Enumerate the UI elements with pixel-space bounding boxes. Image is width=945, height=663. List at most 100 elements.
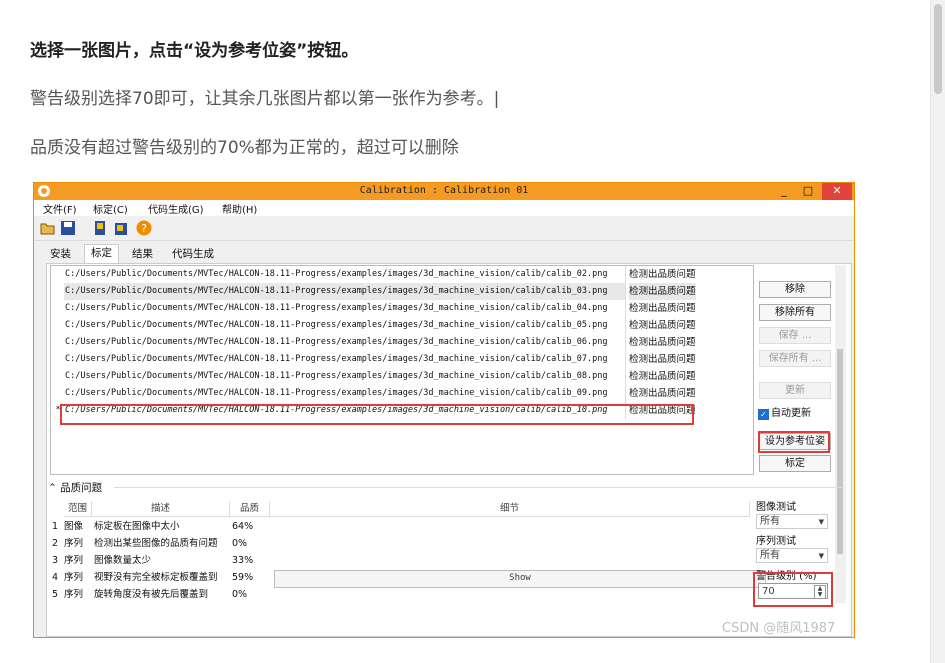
instruction-paragraph-2: 警告级别选择70即可，让其余几张图片都以第一张作为参考。| (30, 89, 500, 109)
window-titlebar: Calibration : Calibration 01 _ □ ✕ (34, 183, 854, 200)
maximize-button[interactable]: □ (796, 183, 820, 200)
minimize-button[interactable]: _ (772, 183, 796, 200)
file-status: 检测出品质问题 (629, 337, 696, 348)
chevron-down-icon: ▼ (818, 518, 824, 526)
image-list[interactable]: C:/Users/Public/Documents/MVTec/HALCON-1… (50, 265, 754, 475)
panel-scrollbar[interactable] (835, 265, 846, 603)
load-icon[interactable] (92, 220, 108, 236)
row-scope: 图像 (64, 521, 84, 532)
save-all-button[interactable]: 保存所有 ... (759, 350, 831, 367)
sequence-test-select[interactable]: 所有 ▼ (756, 548, 828, 563)
tab-codegen[interactable]: 代码生成 (166, 246, 220, 262)
row-quality: 33% (232, 555, 254, 566)
image-test-select[interactable]: 所有 ▼ (756, 514, 828, 529)
chevron-down-icon: ▼ (818, 552, 824, 560)
file-path: C:/Users/Public/Documents/MVTec/HALCON-1… (64, 317, 626, 334)
row-number: 1 (52, 521, 59, 532)
quality-section-title: 品质问题 (60, 482, 103, 494)
row-description: 图像数量太少 (94, 555, 152, 566)
highlight-box-set-reference (758, 431, 830, 453)
image-test-value: 所有 (760, 516, 780, 527)
list-item[interactable]: C:/Users/Public/Documents/MVTec/HALCON-1… (51, 283, 753, 300)
column-header-scope[interactable]: 范围 (64, 501, 92, 517)
row-number: 5 (52, 589, 59, 600)
highlight-box-warning-level (753, 572, 833, 607)
row-number: 4 (52, 572, 59, 583)
row-scope: 序列 (64, 538, 84, 549)
row-number: 3 (52, 555, 59, 566)
save-icon[interactable] (60, 220, 76, 236)
list-item[interactable]: C:/Users/Public/Documents/MVTec/HALCON-1… (51, 351, 753, 368)
row-description: 检测出某些图像的品质有问题 (94, 538, 218, 549)
file-status: 检测出品质问题 (629, 303, 696, 314)
row-scope: 序列 (64, 589, 84, 600)
tab-results[interactable]: 结果 (126, 246, 159, 262)
auto-update-label: 自动更新 (771, 408, 811, 419)
file-path: C:/Users/Public/Documents/MVTec/HALCON-1… (64, 283, 626, 300)
list-item[interactable]: C:/Users/Public/Documents/MVTec/HALCON-1… (51, 368, 753, 385)
instruction-paragraph-3: 品质没有超过警告级别的70%都为正常的，超过可以删除 (30, 138, 459, 158)
tab-calibrate[interactable]: 标定 (84, 244, 119, 264)
file-path: C:/Users/Public/Documents/MVTec/HALCON-1… (64, 334, 626, 351)
column-header-quality[interactable]: 品质 (230, 501, 270, 517)
collapse-icon[interactable]: ⌃ (48, 482, 57, 494)
menu-help[interactable]: 帮助(H) (222, 201, 257, 216)
file-status: 检测出品质问题 (629, 269, 696, 280)
auto-update-checkbox[interactable]: ✓ 自动更新 (758, 404, 811, 420)
menu-bar: 文件(F) 标定(C) 代码生成(G) 帮助(H) (34, 200, 854, 216)
list-item[interactable]: C:/Users/Public/Documents/MVTec/HALCON-1… (51, 266, 753, 283)
list-item[interactable]: C:/Users/Public/Documents/MVTec/HALCON-1… (51, 300, 753, 317)
file-status: 检测出品质问题 (629, 354, 696, 365)
list-item[interactable]: C:/Users/Public/Documents/MVTec/HALCON-1… (51, 334, 753, 351)
section-divider (114, 487, 844, 488)
file-status: 检测出品质问题 (629, 388, 696, 399)
highlight-box-reference-image (60, 404, 694, 425)
calibrate-button[interactable]: 标定 (759, 455, 831, 472)
help-icon[interactable]: ? (136, 220, 152, 236)
file-path: C:/Users/Public/Documents/MVTec/HALCON-1… (64, 266, 626, 283)
remove-button[interactable]: 移除 (759, 281, 831, 298)
file-path: C:/Users/Public/Documents/MVTec/HALCON-1… (64, 385, 626, 402)
export-icon[interactable] (114, 220, 130, 236)
file-path: C:/Users/Public/Documents/MVTec/HALCON-1… (64, 351, 626, 368)
save-button[interactable]: 保存 ... (759, 327, 831, 344)
column-header-description[interactable]: 描述 (92, 501, 230, 517)
toolbar: ? (34, 216, 854, 241)
file-path: C:/Users/Public/Documents/MVTec/HALCON-1… (64, 300, 626, 317)
show-detail-button[interactable]: Show (274, 570, 766, 588)
sequence-test-value: 所有 (760, 550, 780, 561)
close-button[interactable]: ✕ (822, 183, 852, 200)
open-folder-icon[interactable] (40, 220, 56, 236)
file-status: 检测出品质问题 (629, 320, 696, 331)
update-button[interactable]: 更新 (759, 382, 831, 399)
file-path: C:/Users/Public/Documents/MVTec/HALCON-1… (64, 368, 626, 385)
column-header-detail[interactable]: 细节 (270, 501, 750, 517)
quality-section-header[interactable]: ⌃ 品质问题 (48, 480, 102, 495)
svg-text:?: ? (141, 222, 147, 235)
menu-file[interactable]: 文件(F) (43, 201, 77, 216)
watermark: CSDN @随风1987 (722, 621, 836, 636)
instruction-paragraph-1: 选择一张图片，点击“设为参考位姿”按钮。 (30, 41, 359, 61)
row-scope: 序列 (64, 572, 84, 583)
tab-setup[interactable]: 安装 (44, 246, 77, 262)
calibration-window: Calibration : Calibration 01 _ □ ✕ 文件(F)… (33, 182, 855, 638)
row-description: 标定板在图像中太小 (94, 521, 180, 532)
list-item[interactable]: C:/Users/Public/Documents/MVTec/HALCON-1… (51, 317, 753, 334)
file-status: 检测出品质问题 (629, 283, 696, 300)
panel-scrollbar-thumb[interactable] (837, 349, 843, 554)
list-item[interactable]: C:/Users/Public/Documents/MVTec/HALCON-1… (51, 385, 753, 402)
checkbox-check-icon: ✓ (758, 409, 769, 420)
row-quality: 59% (232, 572, 254, 583)
sequence-test-label: 序列测试 (756, 536, 796, 547)
row-quality: 0% (232, 589, 248, 600)
quality-table: 范围 描述 品质 细节 1 图像 标定板在图像中太小 64% 2 序列 检测出某… (50, 501, 766, 611)
page-scrollbar-thumb[interactable] (934, 4, 942, 94)
window-title: Calibration : Calibration 01 (359, 185, 529, 196)
remove-all-button[interactable]: 移除所有 (759, 304, 831, 321)
menu-codegen[interactable]: 代码生成(G) (148, 201, 204, 216)
image-test-label: 图像测试 (756, 502, 796, 513)
row-quality: 64% (232, 521, 254, 532)
menu-calibrate[interactable]: 标定(C) (93, 201, 128, 216)
row-description: 旋转角度没有被先后覆盖到 (94, 589, 209, 600)
page-scrollbar[interactable] (930, 0, 945, 663)
